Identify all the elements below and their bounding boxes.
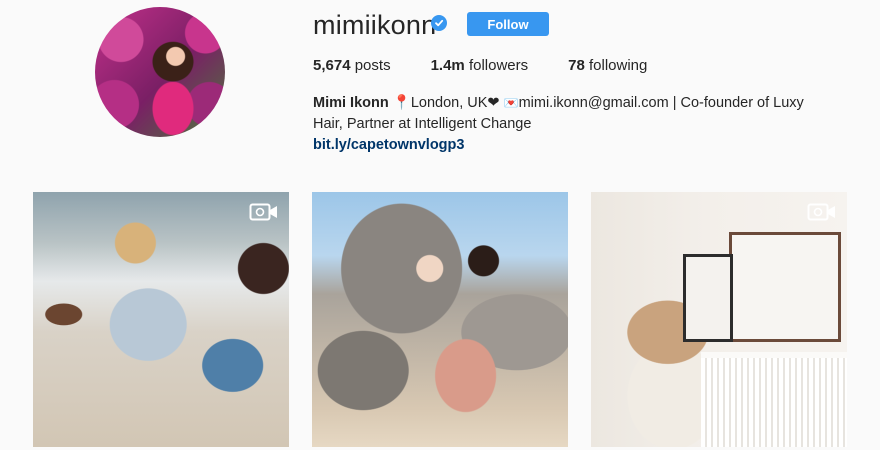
followers-count-label: followers — [468, 57, 529, 74]
pin-icon: 📍 — [392, 95, 411, 111]
followers-count[interactable]: 1.4m followers — [431, 57, 529, 74]
bio-description-line-2: Hair, Partner at Intelligent Change — [313, 116, 532, 132]
posts-count-label: posts — [354, 57, 391, 74]
profile-full-name: Mimi Ikonn — [313, 95, 389, 111]
following-count-label: following — [589, 57, 648, 74]
profile-username: mimiikonn — [313, 10, 437, 40]
profile-stats: 5,674 posts 1.4m followers 78 following — [313, 57, 687, 74]
profile-avatar[interactable] — [95, 7, 225, 137]
bio-location: London, UK — [410, 95, 488, 111]
followers-count-value: 1.4m — [430, 57, 465, 74]
radiator — [701, 352, 847, 447]
verified-badge-icon — [431, 15, 447, 31]
picture-frame — [683, 254, 733, 342]
post-thumbnail[interactable] — [591, 192, 847, 447]
love-letter-icon: 💌 — [503, 96, 519, 110]
following-count-value: 78 — [568, 57, 585, 74]
profile-bio: Mimi Ikonn 📍London, UK❤ 💌mimi.ikonn@gmai… — [313, 93, 833, 156]
posts-count: 5,674 posts — [313, 57, 391, 74]
heart-icon: ❤ — [487, 95, 500, 111]
post-thumbnail[interactable] — [312, 192, 568, 447]
picture-frame — [729, 232, 841, 342]
following-count[interactable]: 78 following — [568, 57, 647, 74]
bio-description-line-1: | Co-founder of Luxy — [672, 95, 804, 111]
post-thumbnail[interactable] — [33, 192, 289, 447]
video-camera-icon — [807, 203, 835, 221]
bio-link[interactable]: bit.ly/capetownvlogp3 — [313, 135, 833, 156]
video-camera-icon — [249, 203, 277, 221]
bio-email: mimi.ikonn@gmail.com — [518, 95, 669, 111]
posts-count-value: 5,674 — [313, 57, 351, 74]
follow-button[interactable]: Follow — [467, 12, 549, 36]
